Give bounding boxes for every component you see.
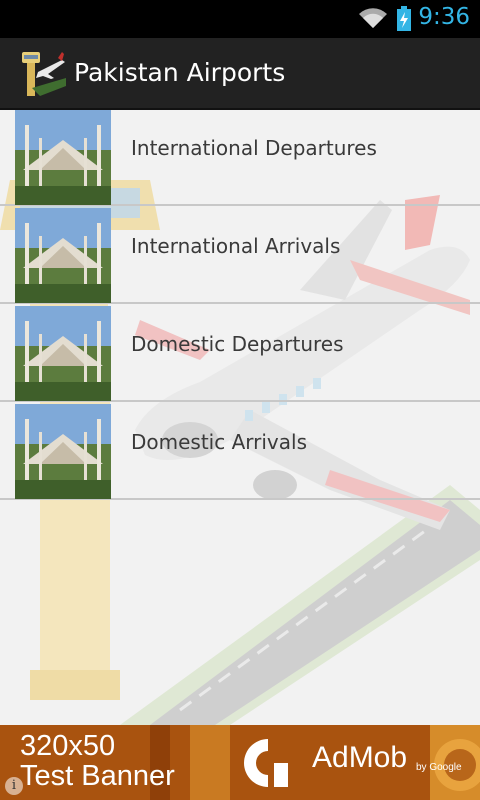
mosque-thumbnail: [15, 208, 111, 303]
wifi-icon: [359, 8, 387, 28]
ad-test-banner-text: 320x50 Test Banner: [20, 731, 175, 791]
admob-logo-icon: [244, 739, 288, 787]
list-item-label: Domestic Arrivals: [131, 430, 307, 454]
list-item-domestic-arrivals[interactable]: Domestic Arrivals: [0, 404, 480, 500]
list-item-international-departures[interactable]: International Departures: [0, 110, 480, 206]
list-item-label: Domestic Departures: [131, 332, 344, 356]
list-item-label: International Arrivals: [131, 234, 341, 258]
app-title: Pakistan Airports: [74, 58, 286, 87]
status-bar: 9:36: [0, 0, 480, 38]
airport-app-icon[interactable]: [18, 48, 66, 98]
mosque-thumbnail: [15, 110, 111, 205]
status-time: 9:36: [418, 4, 470, 30]
ad-line-1: 320x50: [20, 730, 116, 762]
battery-charging-icon: [397, 6, 411, 31]
airport-list: International Departures International A…: [0, 110, 480, 725]
ad-banner[interactable]: 320x50 Test Banner AdMob by Google i: [0, 725, 480, 800]
admob-by-google: by Google: [416, 762, 462, 773]
action-bar: Pakistan Airports: [0, 38, 480, 110]
admob-brand: AdMob: [312, 741, 408, 774]
mosque-thumbnail: [15, 404, 111, 499]
mosque-thumbnail: [15, 306, 111, 401]
ad-line-2: Test Banner: [20, 760, 175, 792]
list-item-label: International Departures: [131, 136, 377, 160]
list-item-domestic-departures[interactable]: Domestic Departures: [0, 306, 480, 402]
list-item-international-arrivals[interactable]: International Arrivals: [0, 208, 480, 304]
info-icon[interactable]: i: [5, 777, 23, 795]
